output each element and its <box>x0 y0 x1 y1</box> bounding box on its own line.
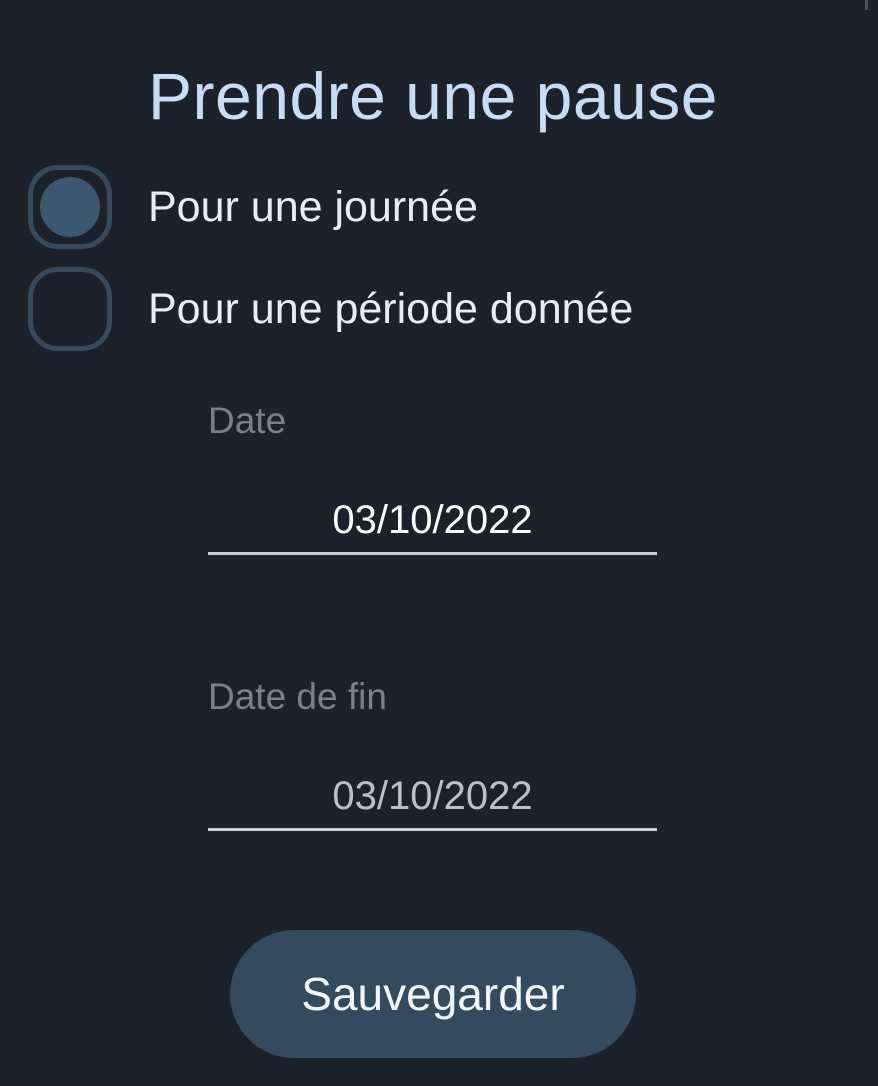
start-date-label: Date <box>208 400 287 441</box>
end-date-label: Date de fin <box>208 676 387 717</box>
save-button[interactable]: Sauvegarder <box>230 930 636 1058</box>
option-one-day-checkbox[interactable] <box>28 165 112 249</box>
pause-dialog: Prendre une pause Pour une journée Pour … <box>0 0 878 1086</box>
option-date-range-checkbox[interactable] <box>28 267 112 351</box>
option-date-range-label: Pour une période donnée <box>148 284 634 333</box>
option-one-day[interactable]: Pour une journée <box>28 162 868 252</box>
end-date-field: Date de fin <box>208 676 657 831</box>
dialog-title: Prendre une pause <box>148 59 718 133</box>
window-edge-mark <box>865 0 868 10</box>
start-date-field: Date <box>208 400 657 555</box>
end-date-input[interactable] <box>208 764 657 831</box>
checkbox-checked-indicator <box>40 177 100 237</box>
option-date-range[interactable]: Pour une période donnée <box>28 264 868 354</box>
option-one-day-label: Pour une journée <box>148 182 478 231</box>
start-date-input[interactable] <box>208 488 657 555</box>
